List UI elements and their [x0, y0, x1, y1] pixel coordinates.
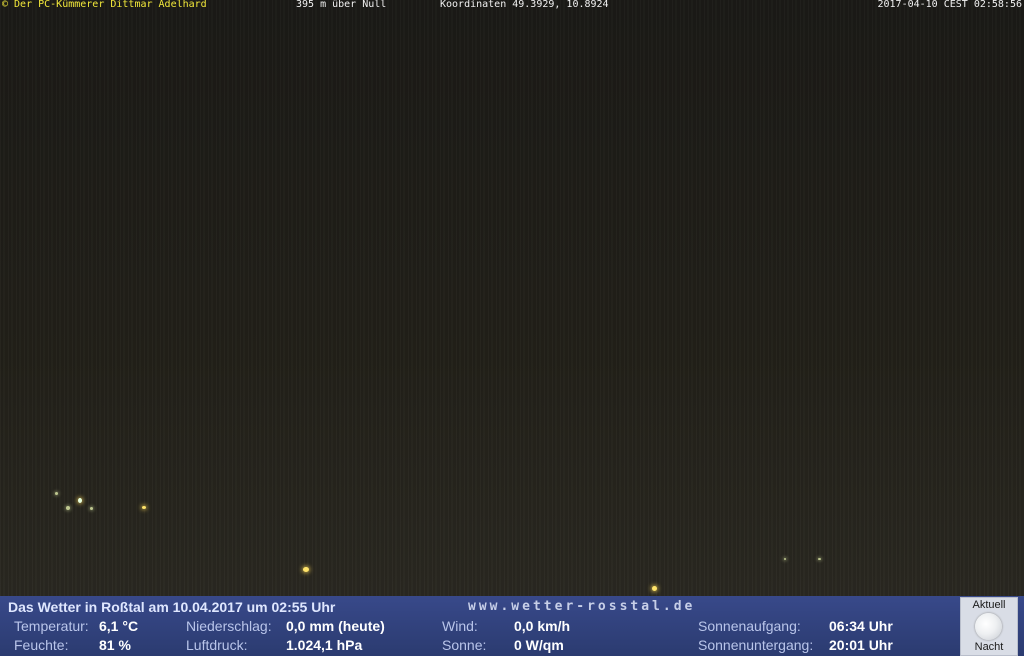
distant-light: [66, 506, 70, 510]
capture-timestamp: 2017-04-10 CEST 02:58:56: [877, 0, 1023, 10]
weather-title: Das Wetter in Roßtal am 10.04.2017 um 02…: [8, 599, 336, 615]
webcam-image: [0, 0, 1024, 596]
website-link[interactable]: www.wetter-rosstal.de: [468, 599, 695, 614]
sunset-label: Sonnenuntergang:: [698, 637, 814, 653]
precipitation-label: Niederschlag:: [186, 618, 272, 634]
sunset-value: 20:01 Uhr: [829, 637, 893, 653]
wind-label: Wind:: [442, 618, 478, 634]
distant-light: [818, 558, 821, 560]
distant-light: [784, 558, 786, 560]
precipitation-value: 0,0 mm (heute): [286, 618, 385, 634]
pressure-value: 1.024,1 hPa: [286, 637, 363, 653]
weather-info-panel: Das Wetter in Roßtal am 10.04.2017 um 02…: [0, 596, 1024, 656]
altitude-text: 395 m über Null: [296, 0, 387, 10]
moon-phase-box: Aktuell Nacht: [960, 597, 1018, 656]
temperature-label: Temperatur:: [14, 618, 89, 634]
camera-overlay-header: © Der PC-Kümmerer Dittmar Adelhard 395 m…: [0, 0, 1024, 11]
copyright-author: © Der PC-Kümmerer Dittmar Adelhard: [2, 0, 207, 10]
full-moon-icon: [975, 613, 1002, 640]
distant-light: [303, 567, 309, 572]
distant-light: [652, 586, 657, 591]
sunrise-value: 06:34 Uhr: [829, 618, 893, 634]
wind-value: 0,0 km/h: [514, 618, 571, 634]
pressure-label: Luftdruck:: [186, 637, 248, 653]
sun-label: Sonne:: [442, 637, 487, 653]
humidity-value: 81 %: [99, 637, 131, 653]
distant-light: [78, 498, 82, 503]
moon-top-label: Aktuell: [972, 599, 1006, 611]
distant-light: [55, 492, 58, 495]
distant-light: [142, 506, 146, 509]
sunrise-label: Sonnenaufgang:: [698, 618, 801, 634]
coordinates-text: Koordinaten 49.3929, 10.8924: [440, 0, 609, 10]
distant-light: [90, 507, 93, 510]
moon-bottom-label: Nacht: [974, 641, 1004, 653]
sun-value: 0 W/qm: [514, 637, 564, 653]
humidity-label: Feuchte:: [14, 637, 69, 653]
temperature-value: 6,1 °C: [99, 618, 139, 634]
